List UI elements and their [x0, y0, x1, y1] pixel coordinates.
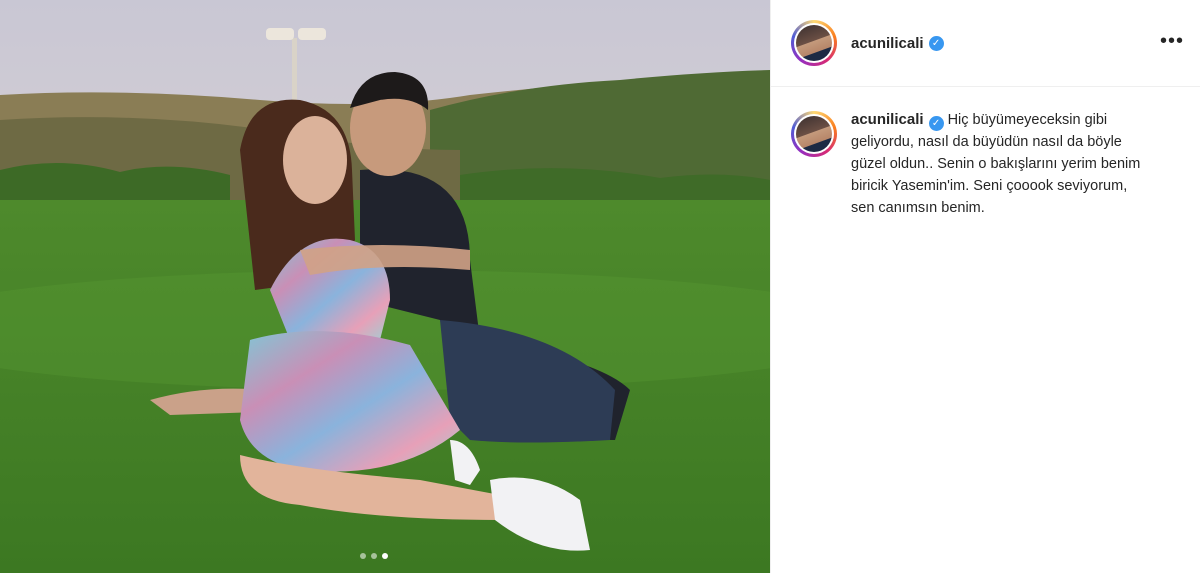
- caption-row: acunilicali ✓ Hiç büyümeyeceksin gibi gel…: [771, 87, 1200, 219]
- post-photo[interactable]: [0, 0, 770, 573]
- post-side-panel: acunilicali ✓ ••• acunilicali ✓ Hiç büyüm…: [770, 0, 1200, 573]
- profile-photo: [796, 25, 832, 61]
- profile-photo: [796, 116, 832, 152]
- verified-badge-icon: ✓: [928, 35, 944, 51]
- caption-avatar[interactable]: [791, 111, 837, 157]
- carousel-dot[interactable]: [360, 553, 366, 559]
- post-photo-image: [0, 0, 770, 573]
- post-header: acunilicali ✓ •••: [771, 0, 1200, 87]
- carousel-dot[interactable]: [371, 553, 377, 559]
- caption: acunilicali ✓ Hiç büyümeyeceksin gibi gel…: [851, 109, 1151, 219]
- avatar[interactable]: [791, 20, 837, 66]
- carousel-indicator: [360, 553, 388, 559]
- carousel-dot-active[interactable]: [382, 553, 388, 559]
- more-options-icon[interactable]: •••: [1160, 30, 1184, 53]
- verified-badge-icon: ✓: [928, 116, 944, 131]
- caption-username-link[interactable]: acunilicali: [851, 111, 924, 128]
- username-link[interactable]: acunilicali: [851, 35, 924, 52]
